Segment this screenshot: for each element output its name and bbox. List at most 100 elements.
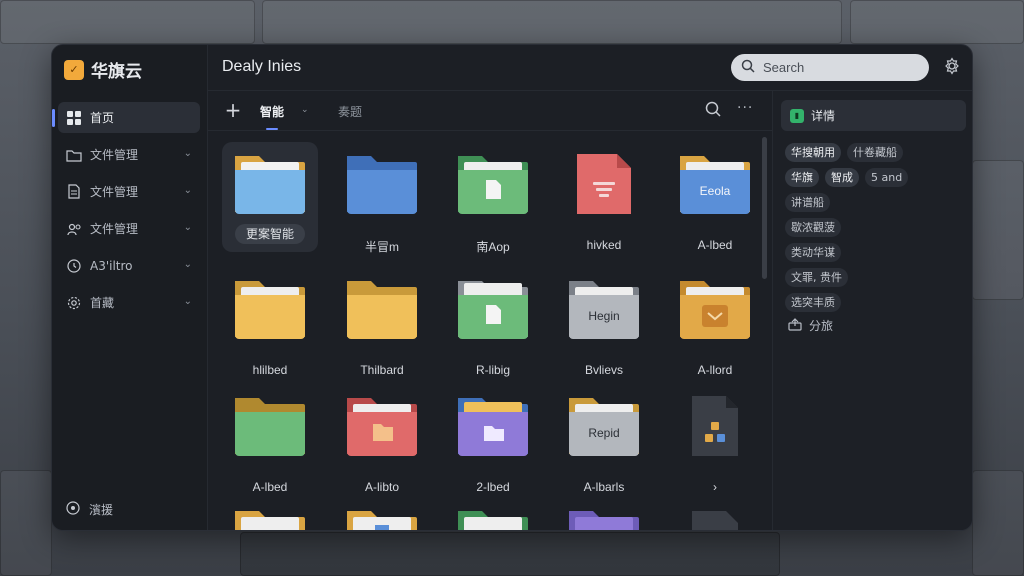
tag-chip[interactable]: 类动华谋 bbox=[785, 243, 841, 262]
file-label: A-lbed bbox=[252, 480, 288, 494]
sidebar-footer-label: 濱援 bbox=[89, 503, 114, 517]
chevron-down-icon[interactable]: ⌄ bbox=[184, 185, 192, 196]
grid-icon bbox=[66, 110, 82, 126]
file-label: A-lbed bbox=[697, 238, 733, 252]
folder-icon bbox=[347, 156, 417, 214]
folder-icon bbox=[458, 398, 528, 456]
tag-chip[interactable]: 歇浓觀菠 bbox=[785, 218, 841, 237]
chevron-down-icon[interactable]: ⌄ bbox=[301, 105, 309, 115]
details-title: 详情 bbox=[811, 109, 836, 123]
chevron-down-icon[interactable]: ⌄ bbox=[184, 222, 192, 233]
folder-icon bbox=[458, 281, 528, 339]
sidebar-item-shared[interactable]: 文件管理 ⌄ bbox=[58, 213, 200, 244]
brand-logo-icon: ✓ bbox=[64, 59, 84, 80]
tab-smart[interactable]: 智能 bbox=[260, 103, 285, 130]
add-button[interactable]: + bbox=[222, 99, 244, 121]
share-button[interactable]: 分旅 bbox=[788, 317, 833, 334]
file-label: R-libig bbox=[475, 363, 510, 377]
file-tile[interactable]: hlilbed bbox=[222, 267, 318, 377]
file-icon bbox=[692, 511, 738, 530]
folder-icon bbox=[347, 281, 417, 339]
details-icon: ▮ bbox=[790, 108, 804, 123]
file-tile[interactable]: A-lbed bbox=[222, 384, 318, 494]
more-icon[interactable]: ··· bbox=[737, 100, 753, 116]
sidebar-item-label: 首页 bbox=[90, 111, 115, 125]
tab-topics[interactable]: 奏题 bbox=[338, 103, 362, 120]
tab-label: 智能 bbox=[260, 105, 285, 119]
file-label: 半冒m bbox=[365, 240, 399, 254]
tag-chip[interactable]: 选突丰质 bbox=[785, 293, 841, 312]
file-grid: 更案智能 半冒m 南Aop hivked Eeola A-lbed hlilbe… bbox=[208, 132, 773, 530]
sidebar-item-label: A3'iltro bbox=[90, 258, 133, 273]
tag-chip[interactable]: 讲谱船 bbox=[785, 193, 830, 212]
background-tile bbox=[972, 160, 1024, 300]
tag-chip[interactable]: 华旗 bbox=[785, 168, 819, 187]
sidebar-item-home[interactable]: 首页 bbox=[52, 102, 200, 133]
file-tile[interactable]: 2-lbed bbox=[445, 384, 541, 494]
tag-chip[interactable]: 文罪, 贵件 bbox=[785, 268, 848, 287]
file-tile[interactable]: Repid A-lbarls bbox=[556, 384, 652, 494]
file-tile[interactable]: Hegin Bvlievs bbox=[556, 267, 652, 377]
folder-icon bbox=[458, 156, 528, 214]
tag-chip[interactable]: 5 and bbox=[865, 168, 909, 187]
sidebar-item-files[interactable]: 文件管理 ⌄ bbox=[58, 139, 200, 170]
file-tile[interactable]: A-llord bbox=[667, 267, 763, 377]
background-tile bbox=[262, 0, 842, 44]
sidebar-item-label: 文件管理 bbox=[90, 148, 139, 162]
file-label: A-lbarls bbox=[583, 480, 625, 494]
file-tile[interactable]: 南Aop bbox=[445, 142, 541, 254]
tab-underline bbox=[266, 128, 278, 130]
tag-chip[interactable]: 华搜朝用 bbox=[785, 143, 841, 162]
search-box[interactable] bbox=[731, 54, 929, 81]
sidebar-item-documents[interactable]: 文件管理 ⌄ bbox=[58, 176, 200, 207]
app-window: ✓ 华旗云 首页 文件管理 ⌄ 文件管理 ⌄ 文件管理 ⌄ A3'iltro ⌄… bbox=[51, 44, 973, 531]
folder-icon bbox=[680, 281, 750, 339]
folder-icon bbox=[347, 511, 417, 530]
sidebar-item-label: 首藏 bbox=[90, 296, 115, 310]
file-tile[interactable]: R-libig bbox=[445, 267, 541, 377]
file-tile[interactable]: Eeola A-lbed bbox=[667, 142, 763, 252]
sidebar-item-recent[interactable]: A3'iltro ⌄ bbox=[58, 250, 200, 281]
chevron-down-icon[interactable]: ⌄ bbox=[184, 259, 192, 270]
scrollbar[interactable] bbox=[762, 137, 767, 279]
file-tile[interactable]: hivked bbox=[556, 142, 652, 252]
folder-icon bbox=[235, 281, 305, 339]
tag-chip[interactable]: 智成 bbox=[825, 168, 859, 187]
sidebar-footer-item[interactable]: 濱援 bbox=[66, 501, 113, 518]
file-tile[interactable]: 半冒m bbox=[334, 142, 430, 254]
file-icon bbox=[692, 396, 738, 456]
file-label: 南Aop bbox=[476, 240, 510, 254]
tab-label: 奏题 bbox=[338, 105, 363, 119]
tag-chip[interactable]: 什卷藏船 bbox=[847, 143, 903, 162]
file-label: › bbox=[713, 480, 717, 494]
search-icon[interactable] bbox=[705, 101, 723, 119]
file-tile[interactable]: Thilbard bbox=[334, 267, 430, 377]
help-icon bbox=[66, 501, 80, 518]
sidebar-item-favorites[interactable]: 首藏 ⌄ bbox=[58, 287, 200, 318]
file-tile[interactable]: › bbox=[667, 384, 763, 494]
brand[interactable]: ✓ 华旗云 bbox=[64, 57, 142, 82]
file-icon bbox=[577, 154, 631, 214]
search-input[interactable] bbox=[763, 60, 913, 75]
chevron-down-icon[interactable]: ⌄ bbox=[184, 296, 192, 307]
details-header[interactable]: ▮ 详情 bbox=[781, 100, 966, 131]
title-bar: Dealy Inies bbox=[208, 45, 972, 91]
file-tile[interactable]: 更案智能 bbox=[222, 142, 318, 252]
sidebar-item-label: 文件管理 bbox=[90, 185, 139, 199]
chevron-down-icon[interactable]: ⌄ bbox=[184, 148, 192, 159]
plus-icon: + bbox=[224, 98, 242, 122]
file-label: hlilbed bbox=[252, 363, 288, 377]
folder-icon bbox=[458, 511, 528, 530]
file-tile[interactable]: A-libto bbox=[334, 384, 430, 494]
folder-text: Repid bbox=[588, 426, 620, 440]
settings-button[interactable] bbox=[941, 57, 963, 79]
brand-name: 华旗云 bbox=[91, 62, 142, 82]
sidebar: ✓ 华旗云 首页 文件管理 ⌄ 文件管理 ⌄ 文件管理 ⌄ A3'iltro ⌄… bbox=[52, 45, 208, 530]
background-tile bbox=[972, 470, 1024, 576]
background-tile bbox=[240, 532, 780, 576]
background-tile bbox=[850, 0, 1024, 44]
folder-icon bbox=[347, 398, 417, 456]
folder-icon bbox=[235, 511, 305, 530]
file-label: A-llord bbox=[697, 363, 733, 377]
share-icon bbox=[788, 317, 802, 334]
